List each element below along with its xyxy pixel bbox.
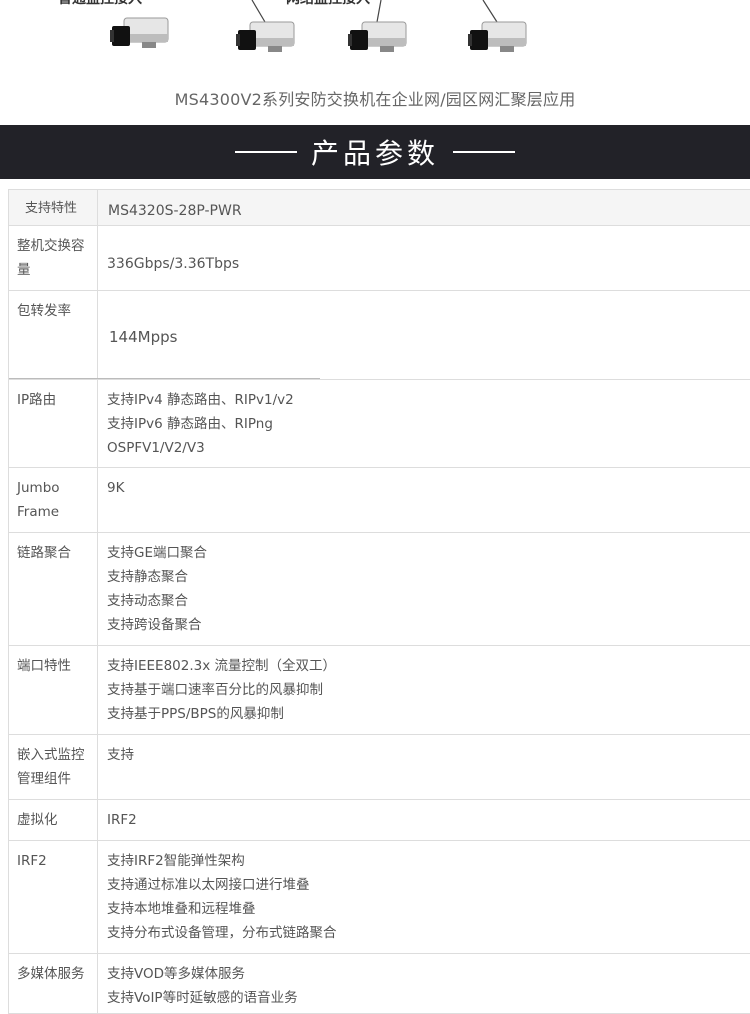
spec-value-line: OSPFV1/V2/V3	[107, 440, 205, 456]
spec-value-line: 支持	[107, 747, 134, 763]
spec-value-line: 144Mpps	[109, 328, 178, 346]
spec-value-line: 支持动态聚合	[107, 593, 188, 609]
spec-value: 支持VOD等多媒体服务支持VoIP等时延敏感的语音业务	[98, 954, 750, 1013]
spec-key: 多媒体服务	[9, 954, 98, 1013]
spec-row: 包转发率 144Mpps	[9, 291, 750, 380]
spec-value-line: 支持本地堆叠和远程堆叠	[107, 901, 256, 917]
spec-value-line: 支持IEEE802.3x 流量控制（全双工）	[107, 658, 336, 674]
spec-value-line: 支持IPv4 静态路由、RIPv1/v2	[107, 392, 294, 408]
spec-row: IRF2 支持IRF2智能弹性架构 支持通过标准以太网接口进行堆叠 支持本地堆叠和远程…	[9, 841, 750, 954]
section-banner: 产品参数	[0, 125, 750, 179]
spec-value-line: 支持基于端口速率百分比的风暴抑制	[107, 682, 323, 698]
spec-value-line: 支持VOD等多媒体服务	[107, 966, 246, 982]
spec-row: 整机交换容量 336Gbps/3.36Tbps	[9, 226, 750, 291]
spec-row: IP路由 支持IPv4 静态路由、RIPv1/v2 支持IPv6 静态路由、RIPn…	[9, 380, 750, 468]
spec-value-line: 支持分布式设备管理，分布式链路聚合	[107, 925, 337, 941]
spec-value: 9K	[98, 468, 750, 532]
row-divider	[9, 378, 320, 379]
spec-key: 包转发率	[9, 291, 98, 379]
spec-value-line: 支持静态聚合	[107, 569, 188, 585]
spec-key: Jumbo Frame	[9, 468, 98, 532]
spec-value: 支持IRF2智能弹性架构支持通过标准以太网接口进行堆叠 支持本地堆叠和远程堆叠支持…	[98, 841, 750, 953]
banner-right-rule	[453, 151, 515, 153]
spec-value-line: IRF2	[107, 812, 137, 828]
spec-key: 支持特性	[9, 190, 98, 225]
spec-value: MS4320S-28P-PWR	[98, 190, 750, 225]
spec-value-line: 支持基于PPS/BPS的风暴抑制	[107, 706, 284, 722]
spec-key: 整机交换容量	[9, 226, 98, 290]
spec-key: 虚拟化	[9, 800, 98, 840]
camera-icon	[348, 21, 407, 52]
spec-value: 144Mpps	[98, 291, 750, 379]
diagram-caption: MS4300V2系列安防交换机在企业网/园区网汇聚层应用	[174, 90, 576, 109]
network-diagram: 普通监控接入 网络监控接入 MS4300V2系列安防交换机在企业网/园区网汇聚层…	[0, 0, 750, 125]
camera-icon	[236, 21, 295, 52]
spec-value: 支持	[98, 735, 750, 799]
spec-value: 支持IPv4 静态路由、RIPv1/v2 支持IPv6 静态路由、RIPng OSP…	[98, 380, 750, 467]
spec-value-line: 9K	[107, 480, 125, 496]
spec-key: 嵌入式监控管理组件	[9, 735, 98, 799]
spec-key: 链路聚合	[9, 533, 98, 645]
spec-row: 端口特性 支持IEEE802.3x 流量控制（全双工） 支持基于端口速率百分比的风暴…	[9, 646, 750, 735]
spec-key: IP路由	[9, 380, 98, 467]
camera-icon	[468, 21, 527, 52]
spec-value: IRF2	[98, 800, 750, 840]
section-title: 产品参数	[310, 137, 439, 170]
spec-row: Jumbo Frame 9K	[9, 468, 750, 533]
spec-value-line: 支持GE端口聚合	[107, 545, 207, 561]
spec-value-line: 支持IPv6 静态路由、RIPng	[107, 416, 273, 432]
spec-value-line: 336Gbps/3.36Tbps	[107, 256, 240, 272]
spec-table: 支持特性 MS4320S-28P-PWR 整机交换容量 336Gbps/3.36Tbp…	[8, 189, 750, 1014]
spec-row: 链路聚合 支持GE端口聚合 支持静态聚合 支持动态聚合 支持跨设备聚合	[9, 533, 750, 646]
spec-value: 支持IEEE802.3x 流量控制（全双工） 支持基于端口速率百分比的风暴抑制 支持…	[98, 646, 750, 734]
spec-row: 嵌入式监控管理组件 支持	[9, 735, 750, 800]
spec-value: 支持GE端口聚合 支持静态聚合 支持动态聚合 支持跨设备聚合	[98, 533, 750, 645]
spec-value-line: 支持跨设备聚合	[107, 617, 202, 633]
spec-value-line: 支持通过标准以太网接口进行堆叠	[107, 877, 310, 893]
banner-left-rule	[234, 151, 297, 153]
spec-key: IRF2	[9, 841, 98, 953]
spec-value-line: 支持VoIP等时延敏感的语音业务	[107, 990, 298, 1006]
spec-key: 端口特性	[9, 646, 98, 734]
spec-value-line: 支持IRF2智能弹性架构	[107, 853, 245, 869]
spec-value-line: MS4320S-28P-PWR	[108, 203, 242, 219]
spec-value: 336Gbps/3.36Tbps	[98, 226, 750, 290]
spec-row: 多媒体服务 支持VOD等多媒体服务支持VoIP等时延敏感的语音业务	[9, 954, 750, 1014]
camera-icon	[110, 17, 169, 48]
spec-row: 虚拟化 IRF2	[9, 800, 750, 841]
spec-row: 支持特性 MS4320S-28P-PWR	[9, 190, 750, 226]
